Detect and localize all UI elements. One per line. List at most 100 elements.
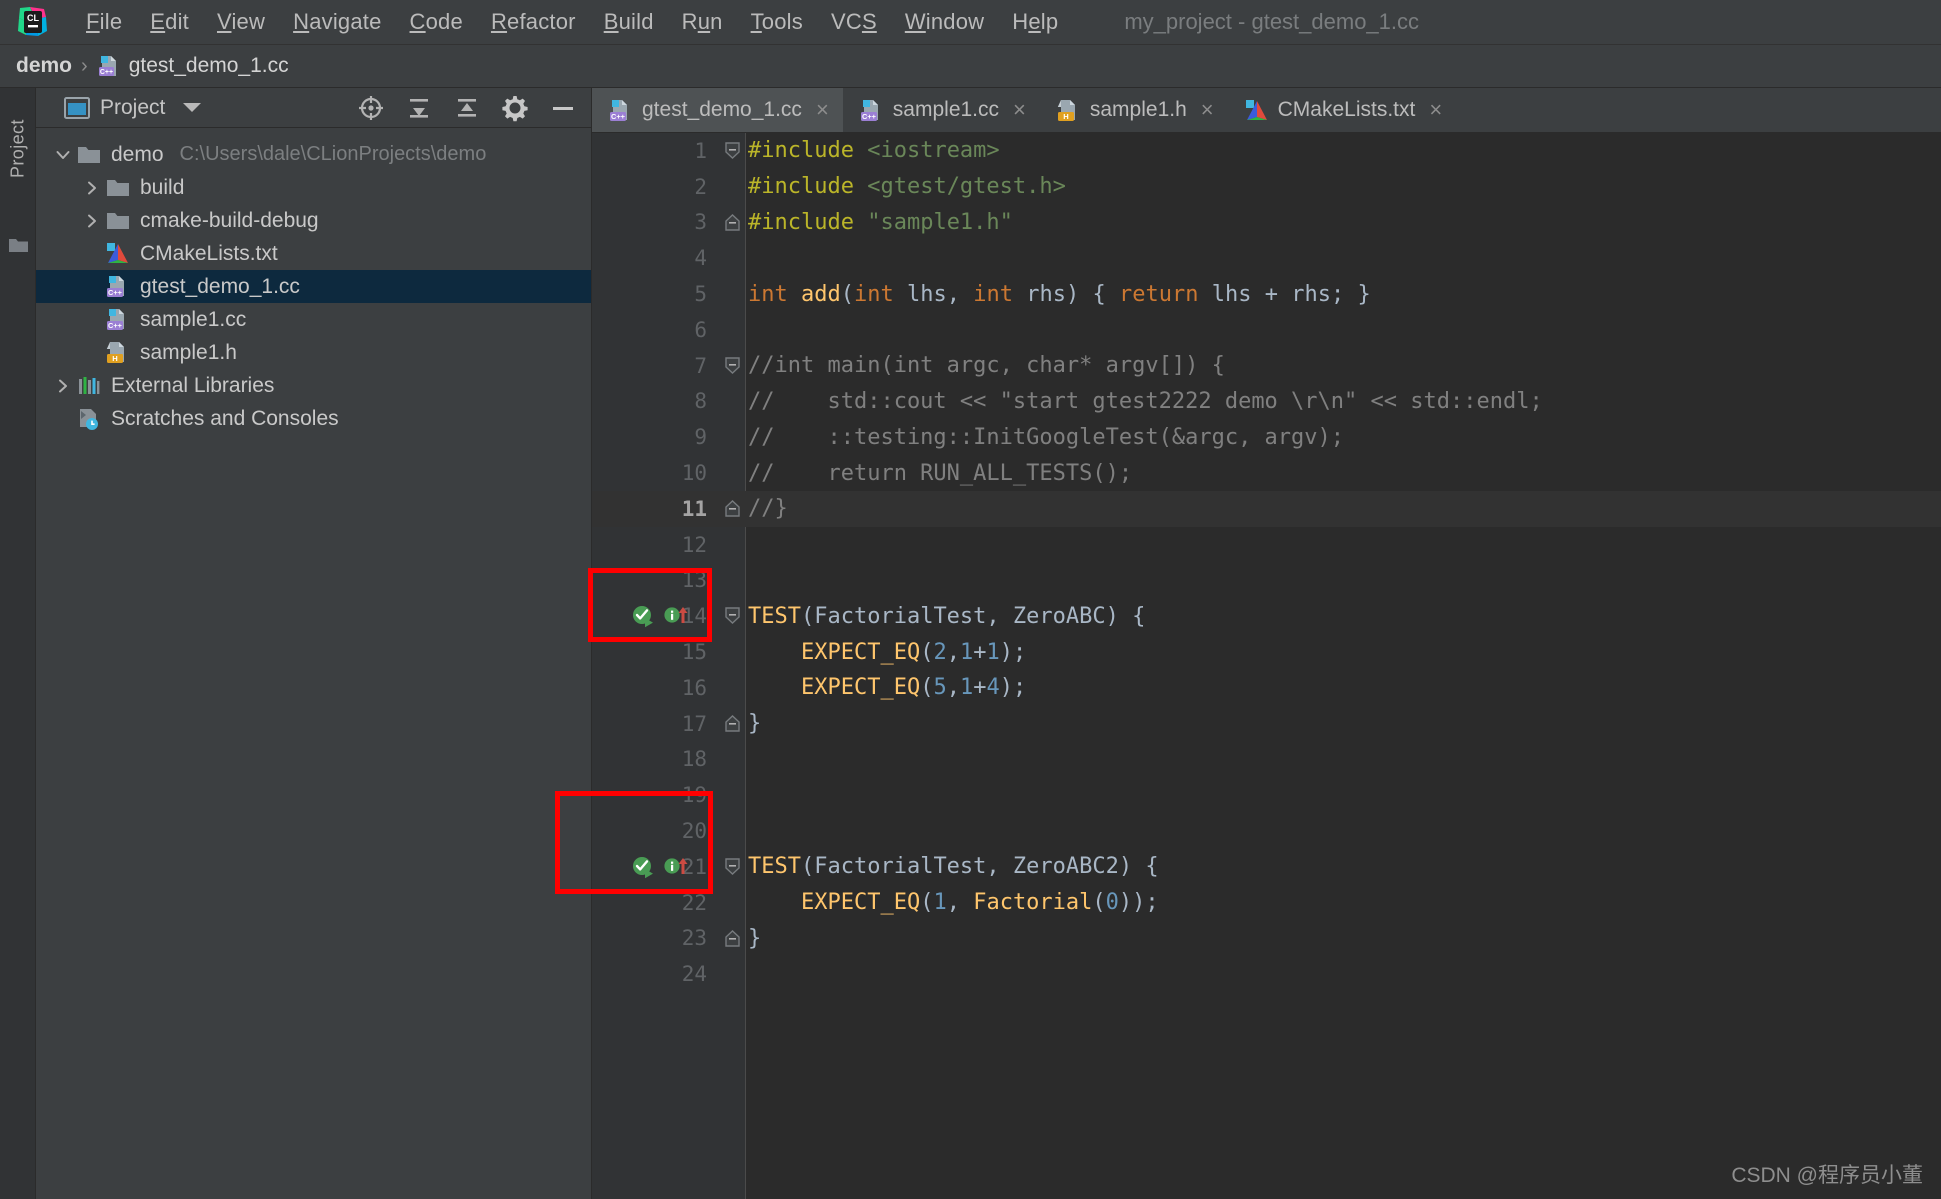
menu-run[interactable]: Run	[668, 7, 737, 37]
code-line-5[interactable]: 5 int add(int lhs, int rhs) { return lhs …	[592, 276, 1941, 312]
chevron-right-icon[interactable]	[50, 377, 76, 395]
cpp-source-icon: C++	[105, 274, 131, 300]
close-icon[interactable]: ×	[1429, 97, 1442, 123]
breadcrumb-root[interactable]: demo	[16, 54, 72, 78]
folder-icon	[105, 208, 131, 234]
menu-vcs[interactable]: VCS	[817, 7, 891, 37]
menu-edit[interactable]: Edit	[136, 7, 203, 37]
expand-all-icon[interactable]	[405, 94, 433, 122]
code-line-24[interactable]: 24	[592, 956, 1941, 992]
code-line-12[interactable]: 12	[592, 527, 1941, 563]
tree-item-cmakelists-txt[interactable]: CMakeLists.txt	[36, 237, 591, 270]
code-line-2[interactable]: 2 #include <gtest/gtest.h>	[592, 169, 1941, 205]
code-line-20[interactable]: 20	[592, 813, 1941, 849]
fold-marker-start-round[interactable]	[723, 141, 742, 160]
tool-window-button-project[interactable]: Project	[0, 94, 36, 204]
code-line-10[interactable]: 10 // return RUN_ALL_TESTS();	[592, 455, 1941, 491]
menu-window[interactable]: Window	[891, 7, 998, 37]
line-number: 13	[681, 568, 707, 593]
menu-navigate[interactable]: Navigate	[279, 7, 395, 37]
code-line-23[interactable]: 23}	[592, 921, 1941, 957]
overridden-member-icon[interactable]	[663, 603, 688, 627]
chevron-down-icon[interactable]	[183, 103, 202, 112]
menu-build[interactable]: Build	[590, 7, 668, 37]
project-tool-window: Project demo C:\Users\dale\CLionProjects…	[36, 88, 592, 1199]
settings-gear-icon[interactable]	[501, 94, 529, 122]
code-line-17[interactable]: 17}	[592, 706, 1941, 742]
tree-item-cmake-build-debug[interactable]: cmake-build-debug	[36, 204, 591, 237]
line-number: 12	[681, 532, 707, 557]
overridden-member-icon[interactable]	[663, 854, 688, 878]
cpp-header-icon: H	[1056, 98, 1080, 122]
tree-item-label: External Libraries	[111, 373, 275, 397]
tree-item-label: Scratches and Consoles	[111, 406, 339, 430]
locate-target-icon[interactable]	[357, 94, 385, 122]
code-line-11[interactable]: 11 //}	[592, 490, 1941, 527]
code-lines[interactable]: 1 #include <iostream> 2 #include <gtest/gte…	[592, 133, 1941, 1199]
code-line-21[interactable]: 21 TEST(FactorialTest, ZeroABC2) {	[592, 849, 1941, 885]
code-line-14[interactable]: 14 TEST(FactorialTest, ZeroABC) {	[592, 598, 1941, 634]
menu-help[interactable]: Help	[998, 7, 1072, 37]
menu-file[interactable]: File	[72, 7, 136, 37]
code-text: TEST(FactorialTest, ZeroABC2) {	[748, 854, 1159, 880]
code-text: int add(int lhs, int rhs) { return lhs +…	[748, 281, 1371, 307]
fold-marker-start[interactable]	[723, 606, 742, 625]
editor-tab-cmakelists-txt[interactable]: CMakeLists.txt ×	[1228, 88, 1457, 132]
editor-tab-sample1-cc[interactable]: C++ sample1.cc ×	[843, 88, 1040, 132]
editor-area: C++ gtest_demo_1.cc × C++ sample1.cc × Hsample…	[592, 88, 1941, 1199]
tree-item-label: build	[140, 175, 185, 199]
watermark: CSDN @程序员小董	[1731, 1164, 1923, 1187]
tree-item-build[interactable]: build	[36, 171, 591, 204]
code-line-19[interactable]: 19	[592, 777, 1941, 813]
collapse-all-icon[interactable]	[453, 94, 481, 122]
tree-item-sample1-h[interactable]: Hsample1.h	[36, 336, 591, 369]
menu-refactor[interactable]: Refactor	[477, 7, 590, 37]
close-icon[interactable]: ×	[816, 97, 829, 123]
fold-marker-end[interactable]	[723, 929, 742, 948]
fold-marker-end[interactable]	[723, 714, 742, 733]
code-line-3[interactable]: 3 #include "sample1.h"	[592, 205, 1941, 241]
code-line-1[interactable]: 1 #include <iostream>	[592, 133, 1941, 169]
tree-item-sample1-cc[interactable]: C++ sample1.cc	[36, 303, 591, 336]
tree-item-external-libraries[interactable]: External Libraries	[36, 369, 591, 402]
fold-marker-end[interactable]	[723, 213, 742, 232]
line-number: 11	[681, 496, 707, 521]
code-line-8[interactable]: 8 // std::cout << "start gtest2222 demo \…	[592, 384, 1941, 420]
line-number: 18	[681, 747, 707, 772]
code-text: #include <iostream>	[748, 138, 1000, 164]
chevron-right-icon[interactable]	[79, 212, 105, 230]
code-line-22[interactable]: 22 EXPECT_EQ(1, Factorial(0));	[592, 885, 1941, 921]
close-icon[interactable]: ×	[1201, 97, 1214, 123]
editor-tab-sample1-h[interactable]: Hsample1.h ×	[1040, 88, 1228, 132]
cpp-source-icon: C++	[608, 98, 632, 122]
line-number: 1	[694, 138, 707, 163]
run-test-icon[interactable]	[630, 603, 654, 628]
fold-marker-start[interactable]	[723, 857, 742, 876]
code-line-13[interactable]: 13	[592, 563, 1941, 599]
breadcrumb-file[interactable]: gtest_demo_1.cc	[129, 54, 289, 78]
code-editor[interactable]: 1 #include <iostream> 2 #include <gtest/gte…	[592, 133, 1941, 1199]
tree-item-demo[interactable]: demo C:\Users\dale\CLionProjects\demo	[36, 138, 591, 171]
chevron-right-icon[interactable]	[79, 179, 105, 197]
run-test-icon[interactable]	[630, 854, 654, 879]
close-icon[interactable]: ×	[1013, 97, 1026, 123]
code-line-4[interactable]: 4	[592, 240, 1941, 276]
tree-item-scratches-and-consoles[interactable]: Scratches and Consoles	[36, 402, 591, 435]
fold-marker-start-round[interactable]	[723, 356, 742, 375]
menu-code[interactable]: Code	[396, 7, 477, 37]
fold-marker-end[interactable]	[723, 499, 742, 518]
code-text: }	[748, 925, 762, 951]
menu-view[interactable]: View	[203, 7, 279, 37]
code-line-15[interactable]: 15 EXPECT_EQ(2,1+1);	[592, 634, 1941, 670]
code-line-7[interactable]: 7 //int main(int argc, char* argv[]) {	[592, 348, 1941, 384]
code-line-9[interactable]: 9 // ::testing::InitGoogleTest(&argc, arg…	[592, 419, 1941, 455]
folder-icon[interactable]	[8, 236, 29, 254]
menu-tools[interactable]: Tools	[737, 7, 817, 37]
tree-item-gtest-demo-1-cc[interactable]: C++ gtest_demo_1.cc	[36, 270, 591, 303]
hide-minimize-icon[interactable]	[549, 94, 577, 122]
code-line-6[interactable]: 6	[592, 312, 1941, 348]
code-line-18[interactable]: 18	[592, 742, 1941, 778]
code-line-16[interactable]: 16 EXPECT_EQ(5,1+4);	[592, 670, 1941, 706]
chevron-down-icon[interactable]	[50, 146, 76, 164]
editor-tab-gtest-demo-1-cc[interactable]: C++ gtest_demo_1.cc ×	[592, 88, 843, 132]
